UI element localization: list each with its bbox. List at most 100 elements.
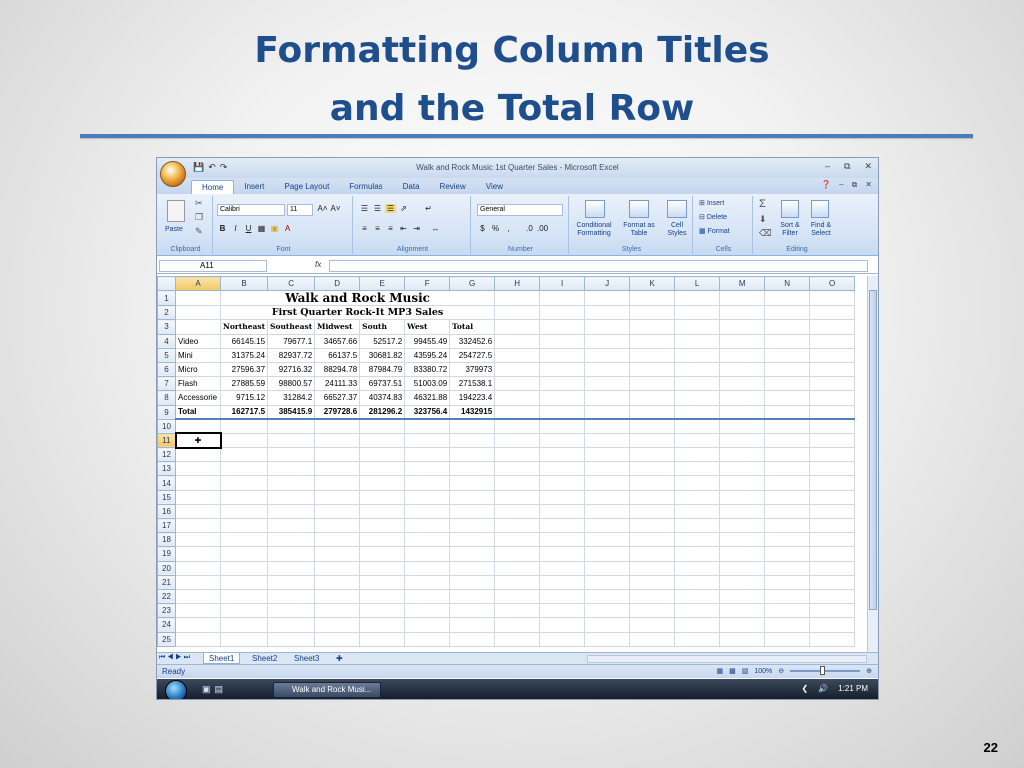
cell[interactable] bbox=[494, 447, 541, 463]
cell[interactable] bbox=[539, 361, 586, 378]
cell[interactable] bbox=[674, 305, 721, 321]
column-header[interactable]: M bbox=[719, 276, 766, 292]
cell[interactable] bbox=[764, 546, 811, 562]
cell[interactable] bbox=[449, 517, 496, 534]
cell[interactable]: 34657.66 bbox=[314, 333, 361, 349]
cell[interactable]: 79677.1 bbox=[267, 333, 316, 349]
cell[interactable] bbox=[764, 319, 811, 335]
cell[interactable] bbox=[674, 475, 721, 491]
comma-icon[interactable]: , bbox=[503, 224, 514, 233]
cell[interactable]: 323756.4 bbox=[404, 404, 451, 421]
cell[interactable] bbox=[809, 418, 856, 434]
cell[interactable] bbox=[267, 574, 316, 590]
cell[interactable] bbox=[494, 333, 541, 349]
cell[interactable] bbox=[449, 461, 496, 477]
cell[interactable] bbox=[494, 319, 541, 335]
cell[interactable] bbox=[359, 546, 406, 562]
cell[interactable] bbox=[267, 532, 316, 548]
conditional-formatting-icon[interactable] bbox=[585, 200, 605, 218]
cell[interactable] bbox=[719, 390, 766, 406]
cell[interactable] bbox=[359, 560, 406, 576]
cell[interactable] bbox=[539, 432, 586, 449]
cell[interactable] bbox=[764, 347, 811, 363]
cell[interactable] bbox=[219, 418, 269, 434]
cell[interactable] bbox=[494, 361, 541, 378]
merge-center-icon[interactable]: ↔ bbox=[430, 224, 441, 233]
cell[interactable] bbox=[674, 574, 721, 590]
cell[interactable] bbox=[267, 475, 316, 491]
cell[interactable] bbox=[629, 319, 676, 335]
cell[interactable] bbox=[719, 560, 766, 576]
cell[interactable] bbox=[494, 404, 541, 421]
cell[interactable] bbox=[809, 503, 856, 520]
cell[interactable] bbox=[719, 546, 766, 562]
cell[interactable] bbox=[809, 361, 856, 378]
find-select-button[interactable]: Find & Select bbox=[805, 222, 837, 238]
currency-icon[interactable]: $ bbox=[477, 224, 488, 233]
cell[interactable] bbox=[175, 447, 221, 463]
cell[interactable] bbox=[539, 347, 586, 363]
italic-icon[interactable]: I bbox=[230, 224, 241, 233]
cell[interactable] bbox=[404, 546, 451, 562]
sheet-tab-1[interactable]: Sheet1 bbox=[203, 653, 241, 664]
cell[interactable] bbox=[674, 390, 721, 406]
wrap-text-icon[interactable]: ↵ bbox=[423, 204, 434, 213]
cell[interactable] bbox=[809, 517, 856, 534]
column-header[interactable]: H bbox=[494, 276, 541, 292]
cell[interactable] bbox=[404, 517, 451, 534]
cell[interactable] bbox=[629, 305, 676, 321]
tab-review[interactable]: Review bbox=[430, 180, 476, 194]
cell[interactable] bbox=[449, 475, 496, 491]
paste-button-label[interactable]: Paste bbox=[165, 226, 183, 233]
cell[interactable] bbox=[629, 503, 676, 520]
worksheet-title[interactable]: Walk and Rock Music bbox=[219, 290, 496, 307]
zoom-level[interactable]: 100% bbox=[754, 668, 772, 675]
cell[interactable] bbox=[539, 532, 586, 548]
cell[interactable]: 88294.78 bbox=[314, 361, 361, 378]
cell[interactable] bbox=[359, 489, 406, 505]
cell[interactable] bbox=[584, 546, 631, 562]
cell[interactable] bbox=[539, 333, 586, 349]
zoom-in-icon[interactable]: ⊕ bbox=[866, 667, 872, 675]
cell[interactable] bbox=[449, 588, 496, 605]
cell[interactable] bbox=[629, 376, 676, 392]
tab-home[interactable]: Home bbox=[191, 180, 235, 194]
cell[interactable] bbox=[674, 560, 721, 576]
cell[interactable] bbox=[267, 617, 316, 633]
cell[interactable] bbox=[219, 546, 269, 562]
cell[interactable]: 92716.32 bbox=[267, 361, 316, 378]
cell[interactable] bbox=[359, 603, 406, 619]
cell[interactable] bbox=[629, 588, 676, 605]
cell[interactable] bbox=[809, 432, 856, 449]
cell[interactable] bbox=[584, 376, 631, 392]
cell[interactable] bbox=[494, 560, 541, 576]
cell[interactable] bbox=[629, 489, 676, 505]
sheet-tab-2[interactable]: Sheet2 bbox=[247, 653, 282, 664]
cell[interactable] bbox=[764, 588, 811, 605]
cell[interactable] bbox=[449, 489, 496, 505]
fx-icon[interactable]: fx bbox=[315, 260, 321, 269]
cell[interactable] bbox=[314, 546, 361, 562]
orientation-icon[interactable]: ⇗ bbox=[398, 204, 409, 213]
cell[interactable] bbox=[809, 532, 856, 548]
cell[interactable]: 51003.09 bbox=[404, 376, 451, 392]
cell[interactable] bbox=[674, 588, 721, 605]
cell[interactable] bbox=[719, 376, 766, 392]
cell[interactable] bbox=[809, 588, 856, 605]
shrink-font-icon[interactable]: A˅ bbox=[330, 204, 341, 213]
cell[interactable] bbox=[175, 475, 221, 491]
decrease-indent-icon[interactable]: ⇤ bbox=[398, 224, 409, 233]
cell[interactable] bbox=[175, 503, 221, 520]
cell[interactable]: 332452.6 bbox=[449, 333, 496, 349]
cell[interactable] bbox=[584, 333, 631, 349]
cell[interactable] bbox=[404, 617, 451, 633]
cell[interactable]: 82937.72 bbox=[267, 347, 316, 363]
row-header[interactable]: 19 bbox=[157, 546, 176, 562]
tab-formulas[interactable]: Formulas bbox=[339, 180, 392, 194]
cell[interactable] bbox=[584, 631, 631, 647]
autosum-icon[interactable]: Σ bbox=[759, 198, 766, 210]
cell[interactable] bbox=[719, 475, 766, 491]
cell[interactable] bbox=[674, 432, 721, 449]
cell[interactable] bbox=[719, 588, 766, 605]
cell[interactable]: 271538.1 bbox=[449, 376, 496, 392]
